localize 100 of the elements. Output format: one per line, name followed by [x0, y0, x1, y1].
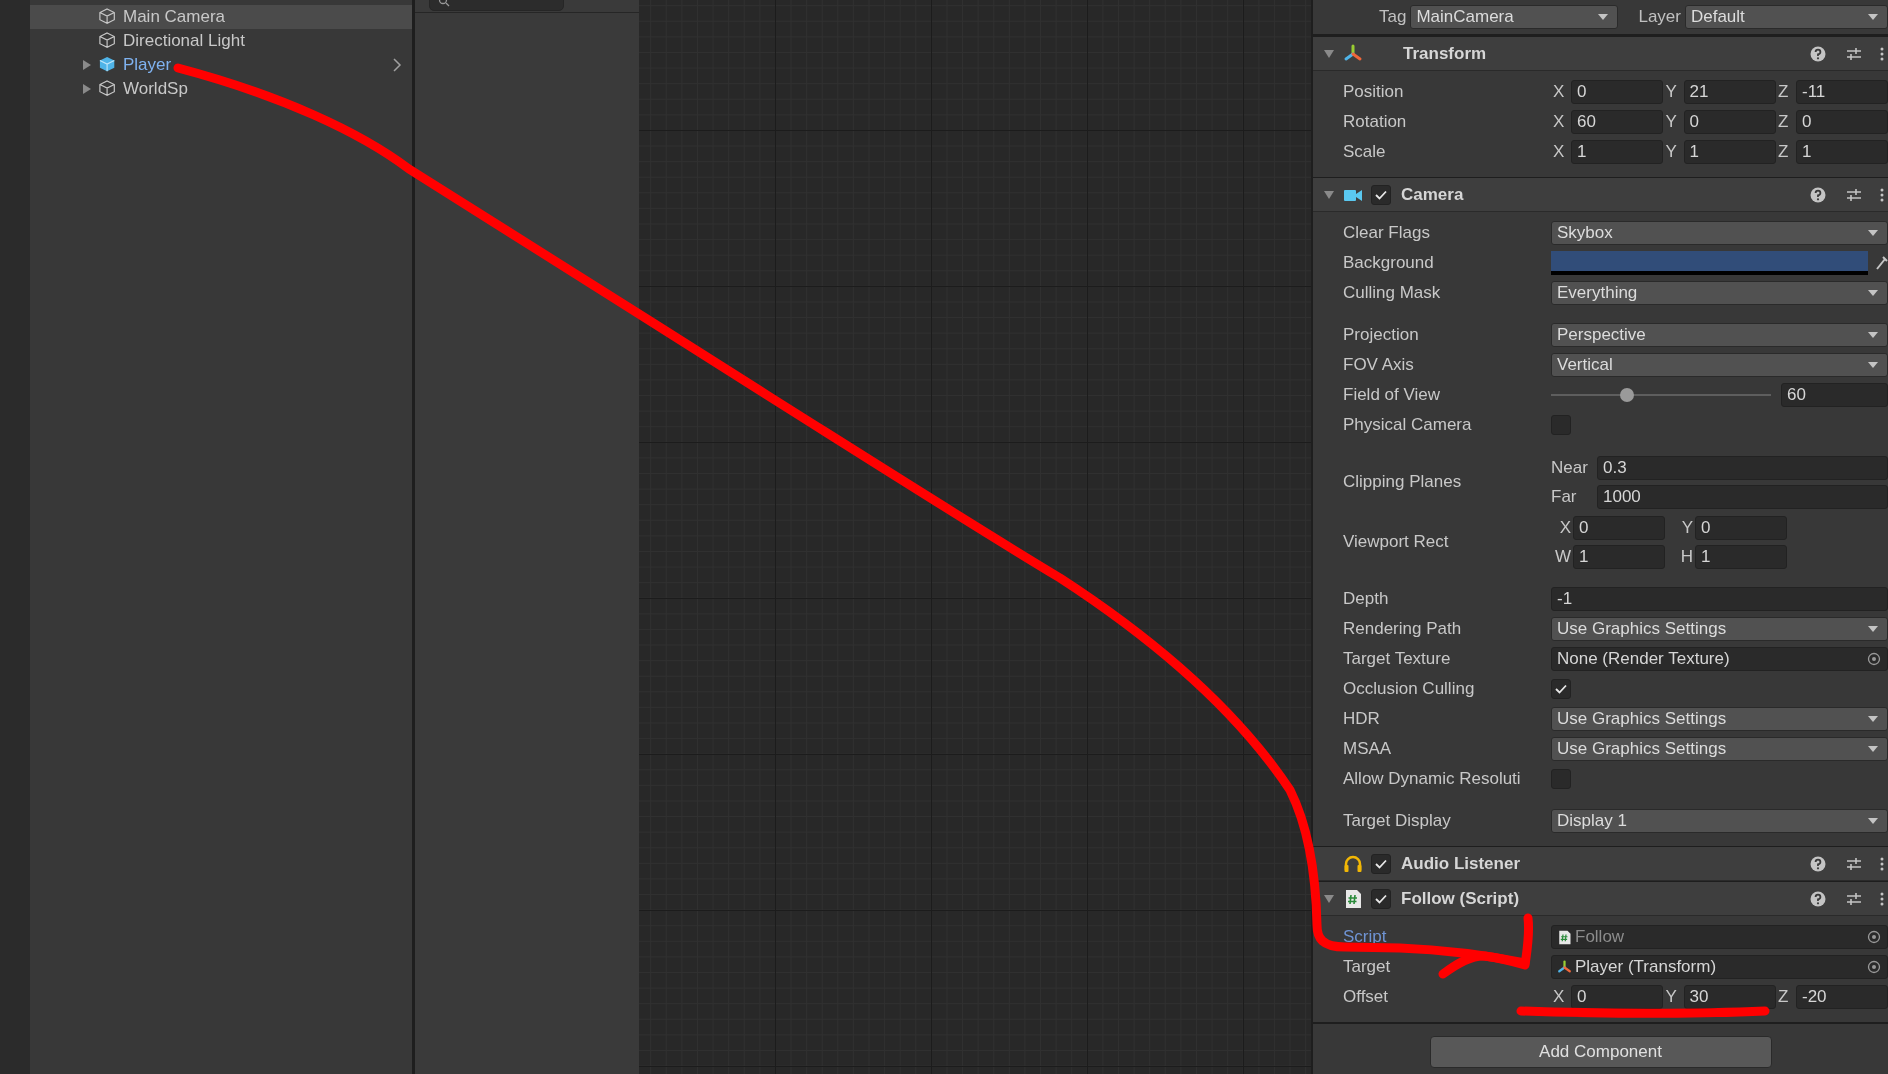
hierarchy-item[interactable]: Directional Light: [30, 29, 412, 53]
object-field[interactable]: None (Render Texture): [1551, 647, 1888, 671]
axis-label: Y: [1664, 142, 1678, 162]
sliders-icon[interactable]: [1846, 186, 1862, 203]
axis-label: Far: [1551, 486, 1578, 507]
number-field[interactable]: 21: [1683, 80, 1776, 104]
property-label: Rotation: [1343, 112, 1408, 132]
hierarchy-item[interactable]: Player: [30, 53, 412, 77]
checkbox[interactable]: [1551, 679, 1571, 699]
property-label: Projection: [1343, 325, 1420, 345]
script-icon: [1557, 929, 1572, 945]
object-field[interactable]: Player (Transform): [1551, 955, 1888, 979]
more-icon[interactable]: [1880, 45, 1884, 62]
checkbox[interactable]: [1371, 184, 1391, 205]
help-icon[interactable]: [1810, 890, 1826, 907]
property-label: Target: [1343, 957, 1392, 977]
target-icon: [1867, 960, 1881, 974]
axis-label: X: [1558, 517, 1572, 538]
property-label: MSAA: [1343, 739, 1393, 759]
number-field[interactable]: 1000: [1597, 484, 1888, 509]
property-label: Depth: [1343, 589, 1390, 609]
property-label: Rendering Path: [1343, 619, 1463, 639]
hierarchy-item[interactable]: WorldSp: [30, 77, 412, 101]
sliders-icon[interactable]: [1846, 890, 1862, 907]
number-field[interactable]: 1: [1573, 544, 1665, 569]
more-icon[interactable]: [1880, 855, 1884, 872]
caret-icon: [1867, 715, 1879, 723]
caret-icon: [1867, 229, 1879, 237]
axes-icon: [1557, 959, 1572, 975]
property-label: FOV Axis: [1343, 355, 1415, 375]
dropdown[interactable]: Perspective: [1551, 323, 1888, 347]
number-field[interactable]: 0.3: [1597, 455, 1888, 480]
sliders-icon[interactable]: [1846, 45, 1862, 62]
more-icon[interactable]: [1880, 186, 1884, 203]
slider-thumb[interactable]: [1619, 388, 1634, 402]
dropdown[interactable]: Use Graphics Settings: [1551, 707, 1888, 731]
axis-label: H: [1679, 546, 1694, 567]
dropdown[interactable]: MainCamera: [1410, 5, 1619, 29]
dropdown[interactable]: Use Graphics Settings: [1551, 737, 1888, 761]
number-field[interactable]: 0: [1683, 110, 1776, 134]
number-field[interactable]: 1: [1683, 140, 1776, 164]
component-header[interactable]: Camera: [1313, 177, 1888, 212]
dropdown[interactable]: Display 1: [1551, 809, 1888, 833]
axis-label: X: [1552, 82, 1566, 102]
tag-label: Tag: [1379, 7, 1407, 27]
checkmark-icon: [1375, 189, 1387, 200]
property-label: Field of View: [1343, 385, 1441, 405]
number-field[interactable]: 1: [1571, 140, 1663, 164]
dropdown[interactable]: Use Graphics Settings: [1551, 617, 1888, 641]
add-component-button[interactable]: Add Component: [1429, 1036, 1772, 1068]
component-header[interactable]: Audio Listener: [1313, 846, 1888, 881]
checkbox[interactable]: [1371, 853, 1391, 874]
number-field[interactable]: 0: [1796, 110, 1888, 134]
number-field[interactable]: 60: [1571, 110, 1663, 134]
number-field[interactable]: 1: [1796, 140, 1888, 164]
foldout-arrow-icon[interactable]: [1323, 48, 1335, 59]
number-field[interactable]: 1: [1695, 544, 1787, 569]
number-field[interactable]: 0: [1695, 515, 1787, 540]
dropdown[interactable]: Vertical: [1551, 353, 1888, 377]
axis-label: Y: [1664, 82, 1678, 102]
number-field[interactable]: 0: [1571, 985, 1663, 1009]
caret-icon: [1867, 289, 1879, 297]
caret-icon: [1867, 331, 1879, 339]
dropdown[interactable]: Everything: [1551, 281, 1888, 305]
target-icon: [1867, 652, 1881, 666]
property-label: Culling Mask: [1343, 283, 1442, 303]
sliders-icon[interactable]: [1846, 855, 1862, 872]
color-swatch[interactable]: [1551, 251, 1868, 275]
object-field[interactable]: Follow: [1551, 925, 1888, 949]
property-label: Clipping Planes: [1343, 472, 1463, 492]
caret-icon: [1867, 361, 1879, 369]
eyedropper-icon[interactable]: [1874, 255, 1888, 271]
number-field[interactable]: -20: [1796, 985, 1888, 1009]
more-icon[interactable]: [1880, 890, 1884, 907]
checkmark-icon: [1375, 858, 1387, 869]
number-field[interactable]: -11: [1796, 80, 1888, 104]
property-label: Target Display: [1343, 811, 1452, 831]
axis-label: Y: [1664, 987, 1678, 1007]
foldout-arrow-icon[interactable]: [1323, 189, 1335, 200]
axis-label: X: [1552, 987, 1566, 1007]
axis-label: Near: [1551, 457, 1589, 478]
number-field[interactable]: 30: [1683, 985, 1776, 1009]
chevron-right-icon: [392, 57, 402, 73]
number-field[interactable]: 0: [1573, 515, 1665, 540]
component-header[interactable]: Transform: [1313, 36, 1888, 71]
caret-icon: [1597, 13, 1610, 21]
dropdown[interactable]: Skybox: [1551, 221, 1888, 245]
number-field[interactable]: 0: [1571, 80, 1663, 104]
property-label: Position: [1343, 82, 1405, 102]
number-field[interactable]: -1: [1551, 587, 1888, 611]
hierarchy-item[interactable]: Main Camera: [30, 5, 412, 29]
dropdown[interactable]: Default: [1684, 5, 1888, 29]
number-field[interactable]: 60: [1781, 383, 1888, 407]
property-label: Allow Dynamic Resoluti: [1343, 769, 1522, 789]
checkbox[interactable]: [1371, 888, 1391, 909]
help-icon[interactable]: [1810, 45, 1826, 62]
foldout-arrow-icon[interactable]: [1323, 893, 1335, 904]
help-icon[interactable]: [1810, 855, 1826, 872]
property-label: Physical Camera: [1343, 415, 1473, 435]
help-icon[interactable]: [1810, 186, 1826, 203]
